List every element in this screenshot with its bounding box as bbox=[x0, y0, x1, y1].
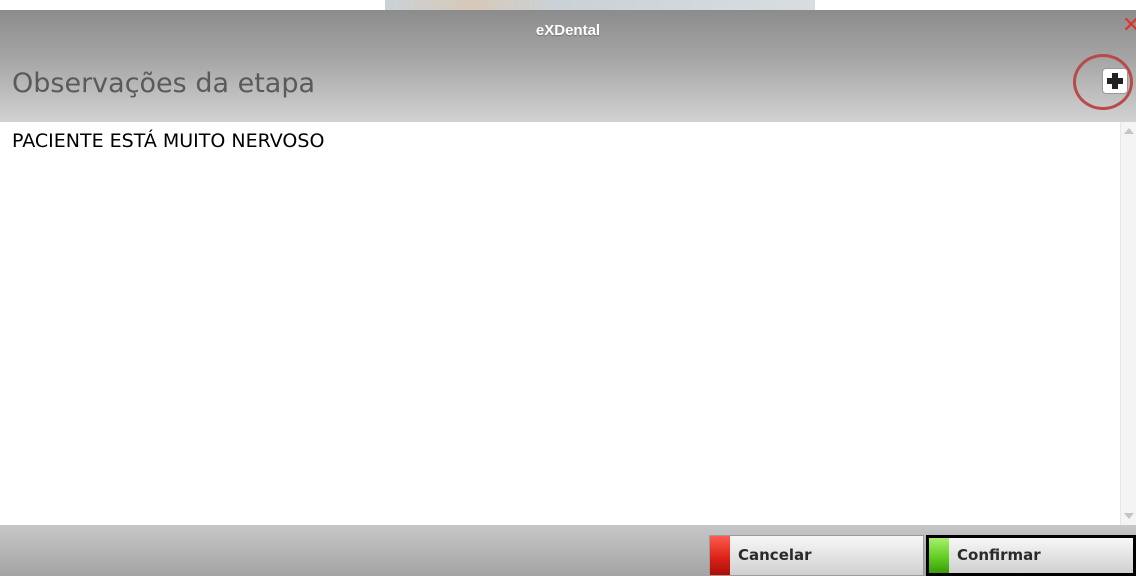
observations-textarea[interactable]: PACIENTE ESTÁ MUITO NERVOSO bbox=[0, 122, 1120, 525]
close-icon[interactable]: ✕ bbox=[1122, 15, 1136, 37]
cancel-label: Cancelar bbox=[738, 546, 812, 564]
confirm-stripe bbox=[929, 538, 949, 573]
app-title: eXDental bbox=[535, 22, 601, 39]
confirm-label: Confirmar bbox=[957, 546, 1041, 564]
scroll-down-icon[interactable] bbox=[1124, 513, 1134, 519]
dialog-title: Observações da etapa bbox=[12, 68, 316, 99]
vertical-scrollbar[interactable] bbox=[1120, 122, 1136, 525]
observation-text: PACIENTE ESTÁ MUITO NERVOSO bbox=[12, 130, 325, 152]
page: eXDental ✕ Observações da etapa PACIENTE… bbox=[0, 0, 1136, 576]
cancel-stripe bbox=[710, 536, 730, 575]
observations-dialog: eXDental ✕ Observações da etapa PACIENTE… bbox=[0, 10, 1136, 576]
dialog-footer: Cancelar Confirmar bbox=[0, 525, 1136, 576]
add-observation-button[interactable] bbox=[1073, 54, 1133, 110]
plus-icon bbox=[1102, 68, 1128, 94]
scroll-up-icon[interactable] bbox=[1124, 128, 1134, 134]
cancel-button[interactable]: Cancelar bbox=[709, 535, 924, 576]
confirm-button[interactable]: Confirmar bbox=[926, 535, 1136, 576]
title-bar: eXDental ✕ Observações da etapa bbox=[0, 10, 1136, 122]
